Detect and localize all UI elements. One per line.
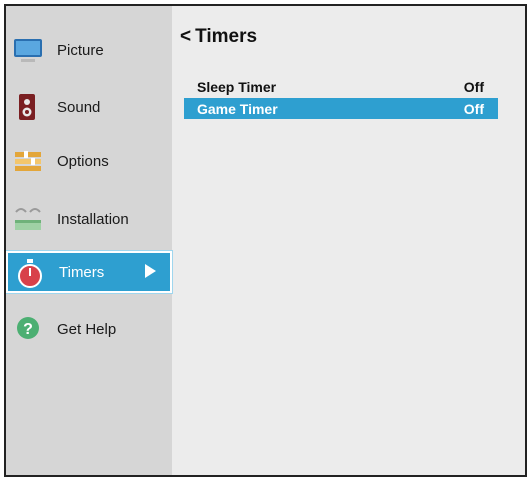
sidebar-item-timers[interactable]: Timers: [6, 250, 173, 294]
sidebar-item-label: Sound: [57, 98, 101, 116]
help-icon: ?: [17, 317, 39, 339]
back-icon[interactable]: <: [180, 26, 191, 47]
sidebar-item-sound[interactable]: Sound: [6, 86, 172, 128]
svg-text:?: ?: [23, 321, 33, 338]
sidebar: Picture Sound Options Installation Timer…: [6, 6, 173, 475]
monitor-icon: [14, 39, 42, 62]
sidebar-item-label: Timers: [59, 263, 105, 281]
main-panel: < Timers Sleep Timer Off Game Timer Off: [172, 6, 525, 475]
installation-icon: [15, 208, 41, 230]
stopwatch-icon: [18, 259, 42, 288]
setting-label: Sleep Timer: [197, 79, 277, 95]
sidebar-item-label: Picture: [57, 41, 104, 59]
chevron-right-icon: [145, 264, 156, 278]
page-title: < Timers: [180, 26, 257, 48]
tv-settings-menu: Picture Sound Options Installation Timer…: [4, 4, 527, 477]
sidebar-item-options[interactable]: Options: [6, 140, 172, 182]
sidebar-item-label: Get Help: [57, 320, 117, 338]
page-title-text: Timers: [195, 26, 258, 47]
sidebar-item-label: Options: [57, 152, 109, 170]
speaker-icon: [19, 94, 35, 120]
setting-row-game-timer[interactable]: Game Timer Off: [184, 98, 498, 119]
sidebar-item-picture[interactable]: Picture: [6, 29, 172, 71]
sidebar-item-label: Installation: [57, 210, 129, 228]
setting-row-sleep-timer[interactable]: Sleep Timer Off: [184, 76, 498, 97]
setting-value: Off: [463, 79, 484, 95]
sidebar-item-get-help[interactable]: ? Get Help: [6, 308, 172, 350]
setting-label: Game Timer: [197, 101, 278, 117]
setting-value: Off: [463, 101, 484, 117]
options-icon: [15, 151, 41, 171]
sidebar-item-installation[interactable]: Installation: [6, 198, 172, 240]
